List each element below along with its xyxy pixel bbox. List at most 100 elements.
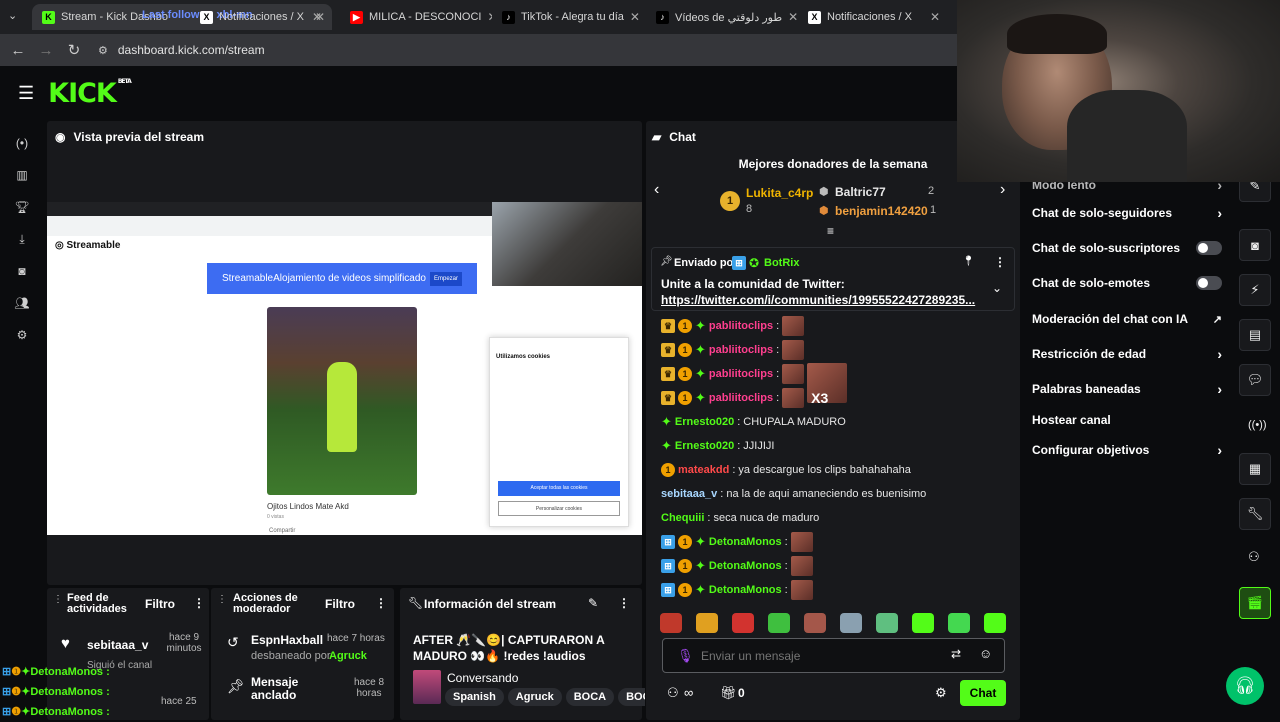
chevron-left-icon[interactable]: ‹ xyxy=(654,181,659,199)
trophy-icon[interactable]: 🏆︎ xyxy=(13,200,31,218)
clip-icon[interactable]: 🎬︎ xyxy=(1239,587,1271,619)
translate-icon[interactable]: ⇄ xyxy=(951,647,961,661)
chat-message[interactable]: ⊞ 1 ✦ DetonaMonos: xyxy=(661,531,813,553)
tag[interactable]: BOC xyxy=(618,688,645,706)
setting-emotes-only[interactable]: Chat de solo-emotes xyxy=(1032,271,1222,295)
microphone-icon[interactable]: 🎙︎ xyxy=(677,648,694,664)
drag-handle-icon[interactable]: ⋮ xyxy=(53,594,63,605)
chat-username[interactable]: DetonaMonos xyxy=(709,536,782,548)
chevron-right-icon[interactable]: › xyxy=(1000,181,1005,199)
kick-logo[interactable]: KICK BETA xyxy=(48,78,132,109)
chat-message[interactable]: ♛ 1 ✦ pabliitoclips: xyxy=(661,315,805,337)
chat-username[interactable]: Ernesto020 xyxy=(675,416,734,428)
chat-username[interactable]: Ernesto020 xyxy=(675,440,734,452)
chat-message[interactable]: ♛ 1 ✦ pabliitoclips: xyxy=(661,363,848,403)
analytics-icon[interactable]: ▥ xyxy=(13,168,31,186)
edit-pencil-icon[interactable]: ✎ xyxy=(588,596,598,610)
upload-icon[interactable]: ⤓ xyxy=(13,232,31,250)
tab-tiktok-videos[interactable]: ♪ Vídeos de ‏طور دلوقتي ✕ xyxy=(646,4,798,30)
support-headset-icon[interactable]: 🎧︎ xyxy=(1226,667,1264,705)
emote-icon[interactable] xyxy=(912,613,934,633)
chat-message[interactable]: 1 mateakdd: ya descargue los clips bahahah… xyxy=(661,459,911,481)
infinity-icon[interactable]: ∞ xyxy=(684,685,693,700)
chat-message[interactable]: ⊞ 1 ✦ DetonaMonos: xyxy=(661,555,813,577)
chat-bubble-icon[interactable]: 💬︎ xyxy=(1239,364,1271,396)
expand-chevron-icon[interactable]: ⌄ xyxy=(992,281,1002,295)
setting-subscribers-only[interactable]: Chat de solo-suscriptores xyxy=(1032,236,1222,260)
chat-settings-gear-icon[interactable]: ⚙ xyxy=(935,685,947,701)
document-icon[interactable]: ▤ xyxy=(1239,319,1271,351)
setting-ai-moderation[interactable]: Moderación del chat con IA ↗ xyxy=(1032,307,1222,331)
close-tab-icon[interactable]: ✕ xyxy=(315,10,325,24)
tag[interactable]: Spanish xyxy=(445,688,504,706)
emote-icon[interactable] xyxy=(804,613,826,633)
url-field[interactable]: dashboard.kick.com/stream xyxy=(118,43,265,57)
emote-icon[interactable] xyxy=(948,613,970,633)
chat-message[interactable]: ♛ 1 ✦ pabliitoclips: xyxy=(661,339,805,361)
chat-username[interactable]: DetonaMonos xyxy=(709,560,782,572)
chat-username[interactable]: pabliitoclips xyxy=(709,344,773,356)
emote-icon[interactable] xyxy=(840,613,862,633)
drag-handle-icon[interactable]: ⋮ xyxy=(217,594,227,605)
stream-broadcast-icon[interactable]: (•) xyxy=(13,136,31,154)
wrench-icon[interactable]: 🔧︎ xyxy=(1239,498,1271,530)
tab-x-notifications[interactable]: X Notificaciones / X ✕ xyxy=(190,4,335,30)
reload-icon[interactable]: ↻ xyxy=(60,41,88,59)
emote-icon[interactable] xyxy=(660,613,682,633)
pinned-options-icon[interactable]: ⋮ xyxy=(994,255,1006,269)
emote-icon[interactable] xyxy=(768,613,790,633)
forward-arrow-icon[interactable]: → xyxy=(32,42,60,59)
chat-message[interactable]: sebitaaa_v: na la de aqui amaneciendo es … xyxy=(661,483,926,505)
site-info-icon[interactable]: ⚙ xyxy=(98,44,108,57)
mod-filter-button[interactable]: Filtro xyxy=(325,597,355,611)
emote-icon[interactable] xyxy=(732,613,754,633)
close-tab-icon[interactable]: ✕ xyxy=(930,10,940,24)
shield-eye-icon[interactable]: ◙ xyxy=(13,264,31,282)
chat-username[interactable]: mateakdd xyxy=(678,464,729,476)
chat-username[interactable]: pabliitoclips xyxy=(709,320,773,332)
mod-options-icon[interactable]: ⋮ xyxy=(375,596,387,610)
chat-message[interactable]: Chequiii: seca nuca de maduro xyxy=(661,507,819,529)
setting-followers-only[interactable]: Chat de solo-seguidores › xyxy=(1032,201,1222,225)
stream-preview-video[interactable]: ◎ Streamable StreamableAlojamiento de vi… xyxy=(47,202,642,535)
shield-icon[interactable]: ◙ xyxy=(1239,229,1271,261)
chat-message[interactable]: ✦ Ernesto020: JJIJIJI xyxy=(661,435,774,457)
chat-message[interactable]: ♛ 1 ✦ pabliitoclips: X3 xyxy=(661,387,828,409)
chat-message[interactable]: ⊞ 1 ✦ DetonaMonos: xyxy=(661,579,813,601)
lightning-icon[interactable]: ⚡︎ xyxy=(1239,274,1271,306)
unpin-icon[interactable]: 📍︎ xyxy=(962,256,975,267)
users-icon[interactable]: 👥︎ xyxy=(13,296,31,314)
close-tab-icon[interactable]: ✕ xyxy=(788,10,798,24)
chat-username[interactable]: sebitaaa_v xyxy=(661,488,717,500)
pinned-link[interactable]: https://twitter.com/i/communities/199555… xyxy=(661,293,975,307)
tab-list-dropdown-icon[interactable]: ⌄ xyxy=(8,9,17,22)
tab-youtube[interactable]: ▶ MILICA - DESCONOCI ✕ xyxy=(340,4,492,30)
back-arrow-icon[interactable]: ← xyxy=(4,42,32,59)
chat-message-input[interactable] xyxy=(701,645,941,667)
emote-icon[interactable] xyxy=(876,613,898,633)
setting-goals[interactable]: Configurar objetivos › xyxy=(1032,438,1222,462)
emote-icon[interactable] xyxy=(984,613,1006,633)
toggle-switch[interactable] xyxy=(1196,241,1222,255)
stream-manager-icon[interactable]: ▦ xyxy=(1239,453,1271,485)
chat-username[interactable]: pabliitoclips xyxy=(709,368,773,380)
users-icon[interactable]: ⚇ xyxy=(667,685,679,701)
tag[interactable]: BOCA xyxy=(565,688,615,706)
setting-host-channel[interactable]: Hostear canal xyxy=(1032,408,1222,432)
users-icon[interactable]: ⚇ xyxy=(1248,549,1260,565)
info-options-icon[interactable]: ⋮ xyxy=(618,596,630,610)
collapse-icon[interactable]: ≡ xyxy=(827,224,834,238)
toggle-switch[interactable] xyxy=(1196,276,1222,290)
setting-banned-words[interactable]: Palabras baneadas › xyxy=(1032,377,1222,401)
tag[interactable]: Agruck xyxy=(507,688,562,706)
emote-icon[interactable] xyxy=(696,613,718,633)
chat-message[interactable]: ✦ Ernesto020: CHUPALA MADURO xyxy=(661,411,846,433)
feed-filter-button[interactable]: Filtro xyxy=(145,597,175,611)
chat-username[interactable]: DetonaMonos xyxy=(709,584,782,596)
broadcast-icon[interactable]: ((•)) xyxy=(1248,419,1267,431)
chat-username[interactable]: pabliitoclips xyxy=(709,392,773,404)
send-chat-button[interactable]: Chat xyxy=(960,680,1006,706)
chat-input-box[interactable]: 🎙︎ ⇄ ☺ xyxy=(662,638,1005,673)
setting-age-restriction[interactable]: Restricción de edad › xyxy=(1032,342,1222,366)
gift-icon[interactable]: 🎁︎ xyxy=(720,685,737,701)
